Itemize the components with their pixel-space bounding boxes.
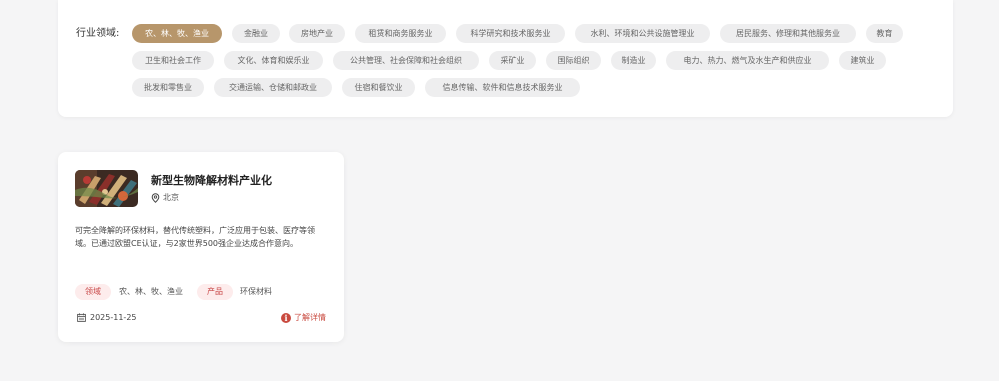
- tag-resident-services[interactable]: 居民服务、修理和其他服务业: [720, 24, 856, 43]
- calendar-icon: [77, 313, 86, 322]
- project-location: 北京: [151, 192, 179, 203]
- project-title[interactable]: 新型生物降解材料产业化: [151, 172, 272, 188]
- tag-education[interactable]: 教育: [866, 24, 903, 43]
- tag-hospitality[interactable]: 住宿和餐饮业: [342, 78, 415, 97]
- tag-culture-sports[interactable]: 文化、体育和娱乐业: [224, 51, 323, 70]
- project-thumbnail: [75, 170, 138, 207]
- tag-it-services[interactable]: 信息传输、软件和信息技术服务业: [425, 78, 580, 97]
- project-description: 可完全降解的环保材料，替代传统塑料，广泛应用于包装、医疗等领域。已通过欧盟CE认…: [75, 226, 315, 248]
- tag-utilities[interactable]: 电力、热力、燃气及水生产和供应业: [666, 51, 829, 70]
- tag-real-estate[interactable]: 房地产业: [289, 24, 345, 43]
- tag-international-org[interactable]: 国际组织: [546, 51, 601, 70]
- learn-more-link[interactable]: i 了解详情: [281, 312, 326, 323]
- tag-agriculture[interactable]: 农、林、牧、渔业: [132, 24, 222, 43]
- tag-leasing[interactable]: 租赁和商务服务业: [355, 24, 446, 43]
- tag-construction[interactable]: 建筑业: [839, 51, 886, 70]
- industry-filter-panel: 行业领域: 农、林、牧、渔业 金融业 房地产业 租赁和商务服务业 科学研究和技术…: [58, 0, 953, 117]
- tag-mining[interactable]: 采矿业: [489, 51, 536, 70]
- project-card[interactable]: 新型生物降解材料产业化 北京 可完全降解的环保材料，替代传统塑料，广泛应用于包装…: [58, 152, 344, 342]
- info-icon: i: [281, 312, 291, 323]
- tag-public-administration[interactable]: 公共管理、社会保障和社会组织: [333, 51, 479, 70]
- tag-research[interactable]: 科学研究和技术服务业: [456, 24, 565, 43]
- location-text: 北京: [163, 193, 179, 202]
- tag-wholesale-retail[interactable]: 批发和零售业: [132, 78, 204, 97]
- tag-transportation[interactable]: 交通运输、仓储和邮政业: [214, 78, 332, 97]
- filter-label: 行业领域:: [76, 28, 120, 39]
- publish-date: 2025-11-25: [77, 313, 137, 322]
- learn-more-label: 了解详情: [294, 313, 326, 322]
- field-pill: 领域: [75, 284, 111, 300]
- tag-finance[interactable]: 金融业: [232, 24, 280, 43]
- product-pill: 产品: [197, 284, 233, 300]
- tag-manufacturing[interactable]: 制造业: [611, 51, 656, 70]
- field-value: 农、林、牧、渔业: [119, 287, 183, 296]
- date-text: 2025-11-25: [90, 313, 137, 322]
- product-value: 环保材料: [240, 287, 272, 296]
- location-pin-icon: [151, 192, 160, 203]
- tag-health[interactable]: 卫生和社会工作: [132, 51, 214, 70]
- tag-water-environment[interactable]: 水利、环境和公共设施管理业: [575, 24, 710, 43]
